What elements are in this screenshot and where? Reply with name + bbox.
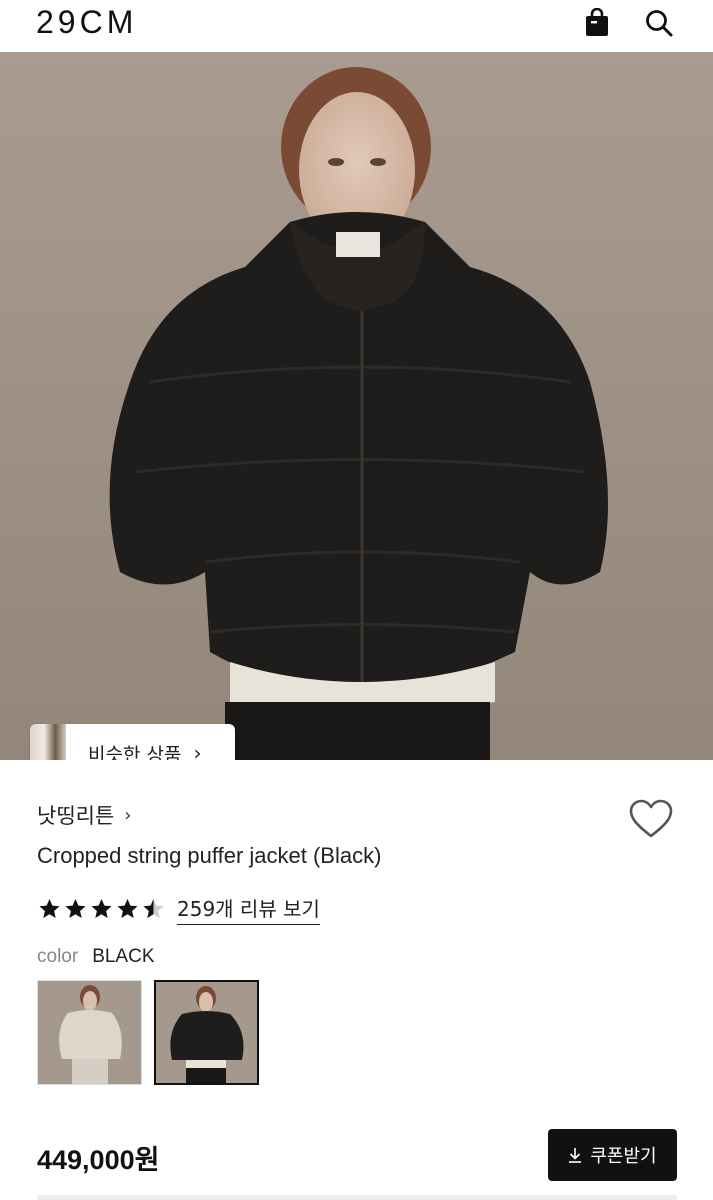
brand-name: 낫띵리튼 [37, 804, 115, 828]
star-icon [65, 899, 86, 918]
half-star-icon [143, 899, 164, 918]
top-header: 29CM [0, 0, 713, 52]
color-selector-label: color BLACK [37, 946, 155, 968]
shopping-bag-icon[interactable] [580, 6, 614, 40]
download-icon [568, 1147, 582, 1163]
model-photo [0, 52, 713, 760]
star-icon [117, 899, 138, 918]
chevron-right-icon: › [124, 804, 132, 826]
brand-link[interactable]: 낫띵리튼 › [37, 800, 131, 830]
similar-products-label: 비슷한 상품 [88, 743, 182, 761]
chevron-right-icon: › [193, 741, 202, 760]
color-swatch-black[interactable] [154, 980, 259, 1085]
product-price: 449,000원 [37, 1145, 160, 1175]
star-icon [91, 899, 112, 918]
color-value: BLACK [92, 946, 155, 967]
logo[interactable]: 29CM [36, 4, 137, 41]
similar-products-button[interactable]: 비슷한 상품 › [30, 724, 235, 760]
color-swatch-cream[interactable] [37, 980, 142, 1085]
color-label: color [37, 946, 79, 967]
product-hero-image[interactable]: 비슷한 상품 › [0, 52, 713, 760]
product-title: Cropped string puffer jacket (Black) [37, 843, 382, 868]
star-icon [39, 899, 60, 918]
coupon-button[interactable]: 쿠폰받기 [548, 1129, 677, 1181]
coupon-label: 쿠폰받기 [590, 1146, 657, 1167]
divider [37, 1195, 677, 1200]
heart-icon[interactable] [628, 798, 674, 840]
star-rating [37, 897, 167, 921]
review-link[interactable]: 259개 리뷰 보기 [177, 893, 320, 925]
similar-product-thumbnail [30, 724, 66, 760]
rating-row: 259개 리뷰 보기 [37, 893, 320, 925]
search-icon[interactable] [642, 6, 676, 40]
